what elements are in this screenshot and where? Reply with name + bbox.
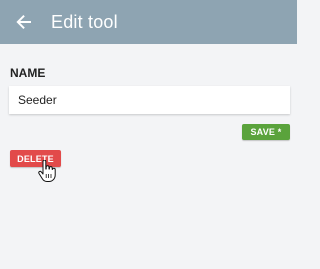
name-input[interactable] (9, 86, 290, 114)
delete-button[interactable]: DELETE (10, 150, 61, 167)
back-button[interactable] (12, 10, 36, 34)
save-button[interactable]: SAVE * (242, 124, 290, 140)
page-title: Edit tool (51, 11, 118, 32)
header-bar: Edit tool (0, 0, 297, 44)
name-label: NAME (10, 66, 46, 80)
arrow-left-icon (16, 15, 31, 29)
